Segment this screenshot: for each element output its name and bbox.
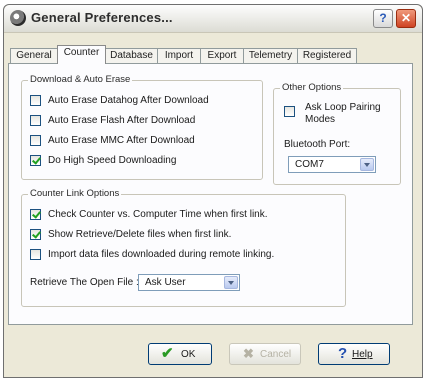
bluetooth-port-select[interactable]: COM7 — [288, 156, 376, 173]
checkbox-box[interactable] — [30, 115, 41, 126]
auto-erase-mmc-checkbox[interactable]: Auto Erase MMC After Download — [30, 135, 256, 149]
bluetooth-port-label: Bluetooth Port: — [284, 139, 351, 150]
checkbox-box[interactable] — [30, 209, 41, 220]
checkbox-box[interactable] — [30, 95, 41, 106]
close-button[interactable]: ✕ — [396, 9, 416, 28]
checkbox-label: Auto Erase Flash After Download — [48, 115, 196, 126]
retrieve-open-file-label: Retrieve The Open File : — [30, 277, 139, 288]
app-icon — [10, 10, 26, 26]
download-group-label: Download & Auto Erase — [28, 74, 133, 85]
window-title: General Preferences... — [31, 10, 173, 25]
help-label: Help — [352, 349, 373, 360]
help-title-button[interactable]: ? — [373, 9, 393, 28]
checkbox-label: Check Counter vs. Computer Time when fir… — [48, 209, 268, 220]
tab-general[interactable]: General — [10, 48, 58, 63]
check-icon: ✔ — [161, 345, 174, 362]
ask-loop-pairing-checkbox[interactable]: Ask Loop Pairing Modes — [284, 102, 394, 128]
checkbox-box[interactable] — [284, 106, 295, 117]
show-retrieve-delete-checkbox[interactable]: Show Retrieve/Delete files when first li… — [30, 229, 335, 243]
high-speed-downloading-checkbox[interactable]: Do High Speed Downloading — [30, 155, 256, 169]
checkbox-box[interactable] — [30, 135, 41, 146]
chevron-down-icon[interactable] — [224, 276, 238, 289]
counter-link-group-label: Counter Link Options — [28, 188, 122, 199]
tab-database[interactable]: Database — [105, 48, 158, 63]
bluetooth-port-value: COM7 — [295, 159, 324, 170]
checkbox-label: Show Retrieve/Delete files when first li… — [48, 229, 232, 240]
title-bar[interactable]: General Preferences... ? ✕ — [4, 5, 422, 33]
cancel-button[interactable]: ✖ Cancel — [229, 343, 301, 365]
checkbox-label: Auto Erase MMC After Download — [48, 135, 195, 146]
ok-button[interactable]: ✔ OK — [148, 343, 212, 365]
other-options-label: Other Options — [280, 82, 344, 93]
tab-export[interactable]: Export — [200, 48, 244, 63]
checkbox-label: Import data files downloaded during remo… — [48, 249, 275, 260]
download-auto-erase-group: Download & Auto Erase Auto Erase Datahog… — [21, 74, 263, 180]
tab-import[interactable]: Import — [157, 48, 201, 63]
counter-tab-panel: Download & Auto Erase Auto Erase Datahog… — [8, 63, 413, 325]
check-counter-time-checkbox[interactable]: Check Counter vs. Computer Time when fir… — [30, 209, 335, 223]
auto-erase-flash-checkbox[interactable]: Auto Erase Flash After Download — [30, 115, 256, 129]
checkbox-box[interactable] — [30, 229, 41, 240]
question-icon: ? — [338, 345, 348, 362]
import-remote-files-checkbox[interactable]: Import data files downloaded during remo… — [30, 249, 335, 263]
checkbox-label: Auto Erase Datahog After Download — [48, 95, 209, 106]
checkbox-label: Ask Loop Pairing Modes — [305, 102, 381, 125]
tab-counter[interactable]: Counter — [57, 45, 106, 64]
other-options-group: Other Options Ask Loop Pairing Modes Blu… — [273, 82, 401, 185]
cancel-label: Cancel — [260, 349, 292, 360]
ok-label: OK — [181, 349, 196, 360]
help-button[interactable]: ? Help — [318, 343, 390, 365]
tab-registered[interactable]: Registered — [297, 48, 357, 63]
chevron-down-icon[interactable] — [360, 158, 374, 171]
checkbox-box[interactable] — [30, 249, 41, 260]
tab-telemetry[interactable]: Telemetry — [243, 48, 298, 63]
counter-link-options-group: Counter Link Options Check Counter vs. C… — [21, 188, 346, 307]
auto-erase-datahog-checkbox[interactable]: Auto Erase Datahog After Download — [30, 95, 256, 109]
checkbox-label: Do High Speed Downloading — [48, 155, 177, 166]
retrieve-open-file-select[interactable]: Ask User — [138, 274, 240, 291]
checkbox-box[interactable] — [30, 155, 41, 166]
retrieve-open-file-value: Ask User — [145, 277, 186, 288]
cancel-icon: ✖ — [243, 346, 254, 361]
